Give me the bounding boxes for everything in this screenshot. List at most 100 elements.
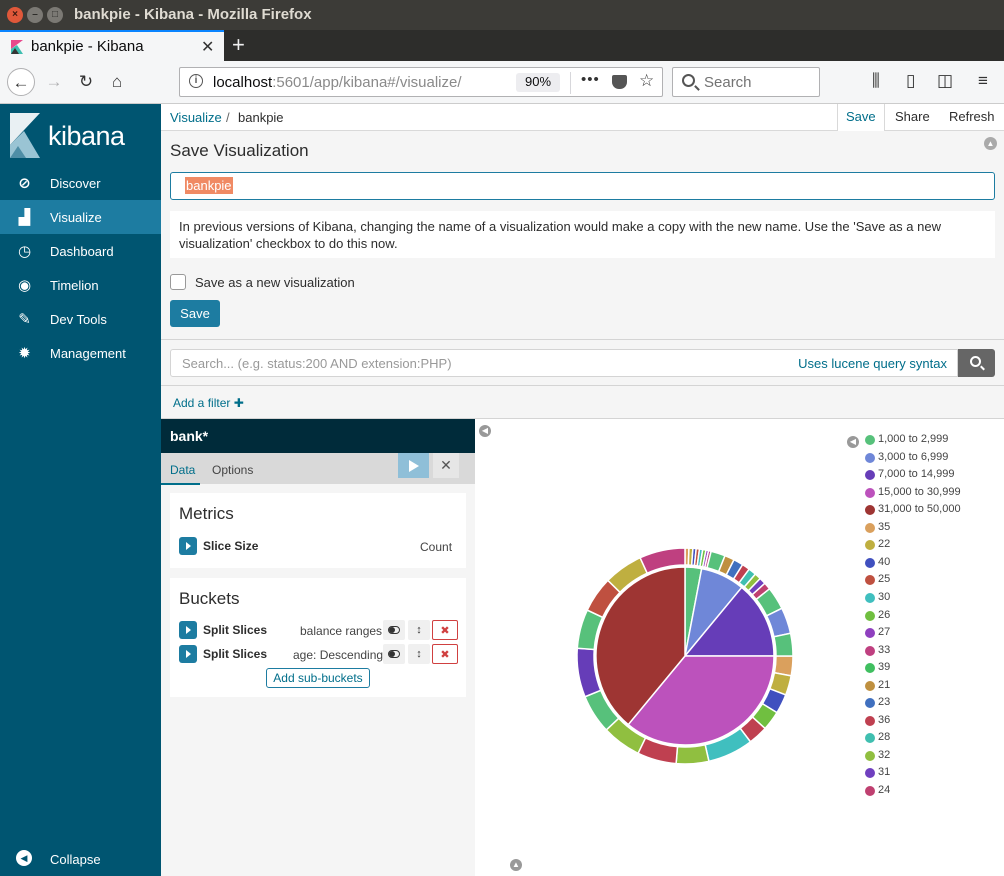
legend-color-swatch: [865, 715, 875, 726]
menu-hamburger-icon[interactable]: ≡: [978, 71, 988, 91]
back-button[interactable]: ←: [7, 68, 35, 96]
tab-close-icon[interactable]: ✕: [201, 37, 214, 57]
legend-label: 27: [878, 626, 891, 639]
pocket-icon[interactable]: [612, 75, 627, 89]
collapse-label: Collapse: [50, 852, 101, 867]
legend-color-swatch: [865, 557, 875, 568]
wrench-icon: ✎: [18, 311, 31, 328]
agg-name: Slice Size: [203, 539, 259, 553]
lucene-syntax-link[interactable]: Uses lucene query syntax: [798, 356, 947, 371]
toggle-agg-icon[interactable]: [383, 620, 405, 640]
buckets-title: Buckets: [179, 589, 240, 608]
legend-toggle-chevron-icon[interactable]: ◀: [847, 436, 859, 448]
query-input[interactable]: Search... (e.g. status:200 AND extension…: [170, 349, 958, 377]
discard-changes-button[interactable]: ✕: [433, 453, 459, 478]
home-button[interactable]: ⌂: [103, 68, 131, 96]
visualization-name-input[interactable]: bankpie: [170, 172, 995, 200]
window-minimize-button[interactable]: –: [27, 7, 43, 23]
collapse-sidebar-button[interactable]: ◀ Collapse: [0, 844, 161, 874]
pie-outer-slice[interactable]: [773, 632, 794, 657]
url-text[interactable]: localhost:5601/app/kibana#/visualize/: [213, 74, 462, 91]
bookmark-star-icon[interactable]: ☆: [639, 71, 654, 91]
forward-button[interactable]: →: [40, 68, 68, 96]
zoom-indicator[interactable]: 90%: [516, 73, 561, 92]
reorder-agg-icon[interactable]: ↕: [408, 644, 430, 664]
legend-label: 3,000 to 6,999: [878, 450, 949, 463]
nav-discover[interactable]: ⊘ Discover: [0, 166, 161, 200]
remove-agg-icon[interactable]: ✖: [432, 620, 458, 640]
legend-label: 28: [878, 731, 891, 744]
legend-color-swatch: [865, 592, 875, 603]
expand-agg-button[interactable]: [179, 537, 197, 555]
breadcrumb-separator: /: [226, 110, 230, 125]
window-close-button[interactable]: ×: [7, 7, 23, 23]
top-share-button[interactable]: Share: [887, 104, 938, 131]
sidebar-toggle-icon[interactable]: ◫: [937, 71, 953, 91]
query-submit-button[interactable]: [958, 349, 995, 377]
expand-agg-button[interactable]: [179, 645, 197, 663]
library-icon[interactable]: ⫼: [872, 71, 880, 91]
nav-management[interactable]: ✹ Management: [0, 336, 161, 370]
legend-color-swatch: [865, 680, 875, 691]
url-bar[interactable]: i localhost:5601/app/kibana#/visualize/ …: [179, 67, 663, 97]
bucket-agg-row: Split Slices age: Descending ↕ ✖: [179, 644, 459, 664]
visualization-area: ◀ ▲ ◀ 1,000 to 2,999 3,000 to 6,999 7,000 …: [475, 419, 1004, 876]
site-info-icon[interactable]: i: [189, 74, 203, 88]
legend-label: 15,000 to 30,999: [878, 485, 961, 498]
agg-description: balance ranges: [300, 624, 383, 638]
nav-dashboard[interactable]: ◷ Dashboard: [0, 234, 161, 268]
save-panel-title: Save Visualization: [170, 141, 309, 160]
page-actions-icon[interactable]: •••: [581, 71, 600, 88]
kibana-logo-icon[interactable]: [10, 113, 40, 158]
apply-changes-button[interactable]: [398, 453, 429, 478]
vis-editor-sidebar: bank* Data Options ✕ Metrics Slice Size …: [160, 419, 475, 876]
new-tab-button[interactable]: +: [232, 32, 245, 58]
legend-label: 40: [878, 555, 891, 568]
mobile-icon[interactable]: ▯: [906, 71, 915, 91]
editor-tabs: Data Options ✕: [160, 453, 475, 485]
tab-data[interactable]: Data: [160, 463, 201, 485]
close-panel-chevron-icon[interactable]: ▲: [984, 137, 997, 150]
toggle-spy-panel-chevron-icon[interactable]: ▲: [510, 859, 522, 871]
collapse-editor-chevron-icon[interactable]: ◀: [479, 425, 491, 437]
top-save-button[interactable]: Save: [837, 104, 885, 132]
pie-outer-slice[interactable]: [675, 743, 710, 765]
reorder-agg-icon[interactable]: ↕: [408, 620, 430, 640]
tab-strip: bankpie - Kibana ✕ +: [0, 30, 1004, 61]
legend-label: 33: [878, 643, 891, 656]
expand-agg-button[interactable]: [179, 621, 197, 639]
bar-chart-icon: ▟: [18, 209, 31, 226]
save-as-new-checkbox[interactable]: [170, 274, 186, 290]
window-maximize-button[interactable]: □: [47, 7, 63, 23]
browser-search-box[interactable]: Search: [672, 67, 820, 97]
nav-label: Dashboard: [50, 244, 114, 259]
tab-options[interactable]: Options: [212, 463, 253, 477]
toggle-agg-icon[interactable]: [383, 644, 405, 664]
top-refresh-button[interactable]: Refresh: [941, 104, 1003, 131]
save-button[interactable]: Save: [170, 300, 220, 327]
legend-label: 30: [878, 590, 891, 603]
nav-visualize[interactable]: ▟ Visualize: [0, 200, 161, 234]
metric-agg-row: Slice Size Count: [179, 537, 459, 555]
pie-chart[interactable]: [565, 536, 805, 776]
kibana-logo-text[interactable]: kibana: [48, 121, 125, 152]
reload-button[interactable]: ↻: [72, 68, 100, 96]
url-bar-separator: [570, 72, 571, 94]
add-sub-buckets-button[interactable]: Add sub-buckets: [266, 668, 370, 688]
add-filter-link[interactable]: Add a filter ✚: [173, 396, 244, 410]
legend-color-swatch: [865, 487, 875, 498]
search-icon: [970, 356, 981, 367]
save-as-new-label[interactable]: Save as a new visualization: [195, 275, 355, 290]
legend-label: 26: [878, 608, 891, 621]
visualization-name-value: bankpie: [185, 177, 233, 194]
legend-label: 7,000 to 14,999: [878, 468, 955, 481]
filter-bar: Add a filter ✚: [161, 386, 1004, 419]
breadcrumb-visualize[interactable]: Visualize: [170, 110, 222, 125]
nav-dev-tools[interactable]: ✎ Dev Tools: [0, 302, 161, 336]
nav-timelion[interactable]: ◉ Timelion: [0, 268, 161, 302]
browser-tab[interactable]: bankpie - Kibana ✕: [0, 30, 224, 61]
bucket-agg-row: Split Slices balance ranges ↕ ✖: [179, 620, 459, 640]
legend-color-swatch: [865, 575, 875, 586]
remove-agg-icon[interactable]: ✖: [432, 644, 458, 664]
window-titlebar: × – □ bankpie - Kibana - Mozilla Firefox: [0, 0, 1004, 30]
